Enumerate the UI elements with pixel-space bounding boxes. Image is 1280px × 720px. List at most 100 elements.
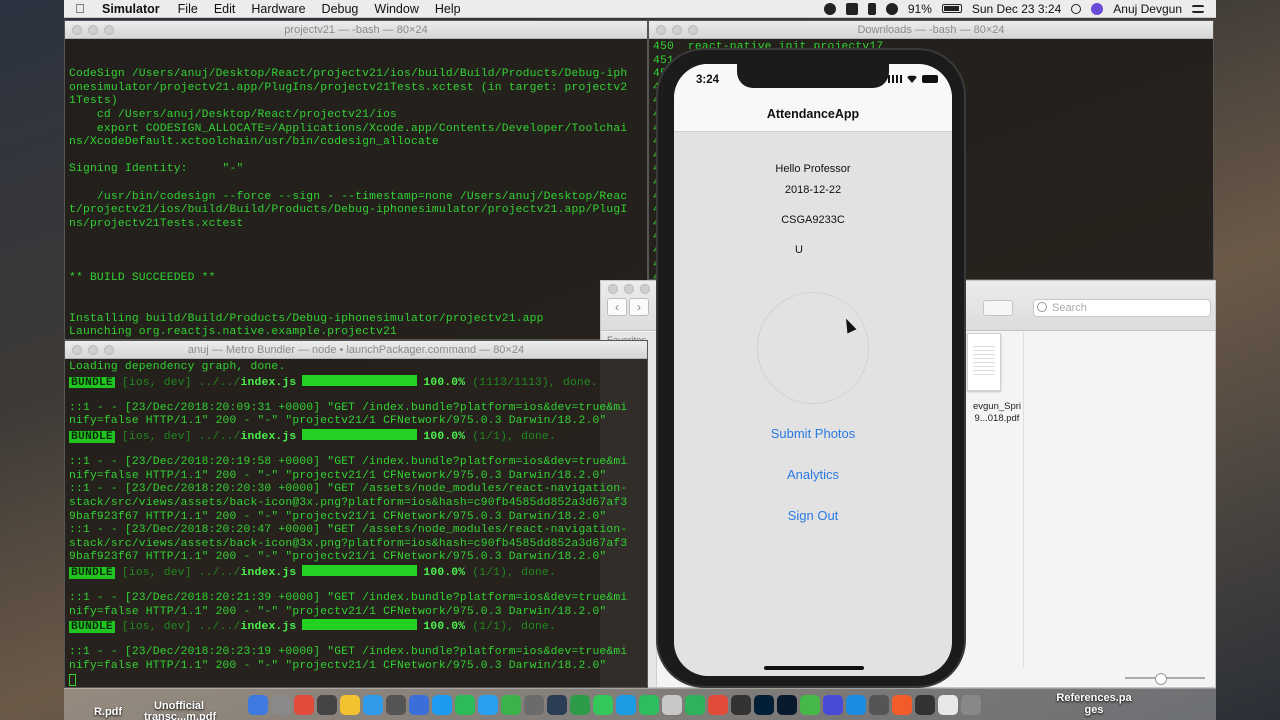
sign-out-button[interactable]: Sign Out (674, 508, 952, 523)
close-button[interactable] (656, 24, 666, 35)
dock-app-icon[interactable] (386, 695, 406, 715)
bundle-file: index.js (240, 621, 297, 633)
spotlight-search-icon[interactable] (1071, 3, 1082, 14)
zoom-button[interactable] (688, 24, 698, 35)
dock-app-icon[interactable] (731, 695, 751, 715)
bundle-file: index.js (240, 376, 297, 389)
dock-app-icon[interactable] (639, 695, 659, 715)
dock-app-icon[interactable] (777, 695, 797, 715)
pdf-file-icon[interactable] (967, 333, 1001, 391)
bundle-progress-line: BUNDLE [ios, dev] ../../index.js 100.0% (… (69, 564, 643, 579)
phone-screen[interactable]: 3:24 AttendanceApp Hello Professor 2018-… (674, 64, 952, 676)
terminal-window-build[interactable]: projectv21 — -bash — 80×24 CodeSign /Use… (64, 20, 648, 340)
terminal-window-metro[interactable]: anuj — Metro Bundler — node • launchPack… (64, 340, 648, 688)
zoom-button[interactable] (640, 284, 650, 294)
dropbox-icon[interactable] (845, 2, 858, 15)
siri-icon[interactable] (1091, 2, 1104, 15)
terminal-titlebar[interactable]: Downloads — -bash — 80×24 (649, 21, 1213, 39)
user-name[interactable]: Anuj Devgun (1113, 2, 1182, 16)
forward-button[interactable]: › (629, 298, 649, 316)
icon-size-slider[interactable] (1125, 673, 1205, 685)
dock-doc-unofficial-transcript[interactable]: Unofficial transc...m.pdf (144, 689, 216, 720)
dock-app-icon[interactable] (685, 695, 705, 715)
dock-app-icon[interactable] (938, 695, 958, 715)
dock-app-icon[interactable] (409, 695, 429, 715)
terminal-line: ::1 - - [23/Dec/2018:20:20:30 +0000] "GE… (69, 483, 628, 496)
bundle-progress-bar (302, 428, 418, 440)
dock-app-icon[interactable] (501, 695, 521, 715)
terminal-line: stack/src/views/assets/back-icon@3x.png?… (69, 496, 628, 509)
terminal-output[interactable]: Loading dependency graph, done. BUNDLE [i… (65, 359, 647, 687)
column-divider[interactable] (1023, 332, 1024, 667)
close-button[interactable] (72, 24, 82, 35)
dock-doc-references[interactable]: References.pa ges (1054, 689, 1134, 720)
minimize-button[interactable] (88, 24, 98, 35)
menubar-clock[interactable]: Sun Dec 23 3:24 (972, 2, 1061, 16)
app-menu-simulator[interactable]: Simulator (96, 2, 170, 16)
bundle-meta: [ios, dev] ../../ (114, 566, 241, 579)
zoom-button[interactable] (104, 344, 114, 355)
terminal-titlebar[interactable]: projectv21 — -bash — 80×24 (65, 21, 647, 39)
bundle-progress-bar (302, 564, 418, 576)
tag-button[interactable] (983, 300, 1013, 316)
dock-app-icon[interactable] (455, 695, 475, 715)
menu-window[interactable]: Window (366, 2, 426, 16)
menu-file[interactable]: File (170, 2, 206, 16)
dock-app-icon[interactable] (662, 695, 682, 715)
home-indicator[interactable] (764, 666, 864, 670)
terminal-titlebar[interactable]: anuj — Metro Bundler — node • launchPack… (65, 341, 647, 359)
bluetooth-icon[interactable] (867, 2, 876, 15)
menu-edit[interactable]: Edit (206, 2, 244, 16)
dock-app-icon[interactable] (616, 695, 636, 715)
iphone-simulator[interactable]: 3:24 AttendanceApp Hello Professor 2018-… (656, 48, 966, 688)
close-button[interactable] (72, 344, 82, 355)
close-button[interactable] (608, 284, 618, 294)
terminal-line: stack/src/views/assets/back-icon@3x.png?… (69, 537, 628, 550)
camera-status-icon[interactable] (823, 2, 836, 15)
minimize-button[interactable] (672, 24, 682, 35)
dock-app-icon[interactable] (915, 695, 935, 715)
bundle-count: (1/1), done. (465, 621, 556, 633)
zoom-button[interactable] (104, 24, 114, 35)
dock-app-icon[interactable] (547, 695, 567, 715)
dock-app-icon[interactable] (846, 695, 866, 715)
back-button[interactable]: ‹ (607, 298, 627, 316)
minimize-button[interactable] (88, 344, 98, 355)
dock-app-icon[interactable] (271, 695, 291, 715)
dock-app-icon[interactable] (961, 695, 981, 715)
file-name[interactable]: evgun_Spri 9...018.pdf (957, 401, 1037, 425)
submit-photos-button[interactable]: Submit Photos (674, 426, 952, 441)
wifi-icon[interactable] (885, 2, 898, 15)
dock-app-icon[interactable] (570, 695, 590, 715)
dock-app-icon[interactable] (432, 695, 452, 715)
dock-app-icon[interactable] (248, 695, 268, 715)
bundle-percent: 100.0% (423, 621, 466, 633)
menu-hardware[interactable]: Hardware (243, 2, 313, 16)
dock-app-icon[interactable] (754, 695, 774, 715)
finder-search-input[interactable]: Search (1033, 299, 1211, 317)
photo-capture-circle[interactable] (757, 292, 869, 404)
dock-app-icon[interactable] (892, 695, 912, 715)
terminal-line: nify=false HTTP/1.1" 200 - "-" "projectv… (69, 469, 607, 482)
apple-menu-icon[interactable]:  (64, 1, 96, 16)
menu-help[interactable]: Help (427, 2, 469, 16)
dock-app-icon[interactable] (708, 695, 728, 715)
minimize-button[interactable] (624, 284, 634, 294)
dock-app-icon[interactable] (800, 695, 820, 715)
dock-app-icon[interactable] (823, 695, 843, 715)
notification-center-icon[interactable] (1192, 4, 1204, 13)
terminal-output[interactable]: CodeSign /Users/anuj/Desktop/React/proje… (65, 39, 647, 339)
menu-debug[interactable]: Debug (314, 2, 367, 16)
analytics-button[interactable]: Analytics (674, 467, 952, 482)
dock-app-icon[interactable] (317, 695, 337, 715)
dock-app-icon[interactable] (340, 695, 360, 715)
dock-app-icon[interactable] (869, 695, 889, 715)
dock-app-icon[interactable] (478, 695, 498, 715)
dock-doc-r-pdf[interactable]: R.pdf (78, 689, 138, 720)
dock-app-icon[interactable] (363, 695, 383, 715)
dock-app-icon[interactable] (524, 695, 544, 715)
dock-app-icon[interactable] (294, 695, 314, 715)
dock-app-icon[interactable] (593, 695, 613, 715)
battery-icon[interactable] (941, 4, 962, 13)
